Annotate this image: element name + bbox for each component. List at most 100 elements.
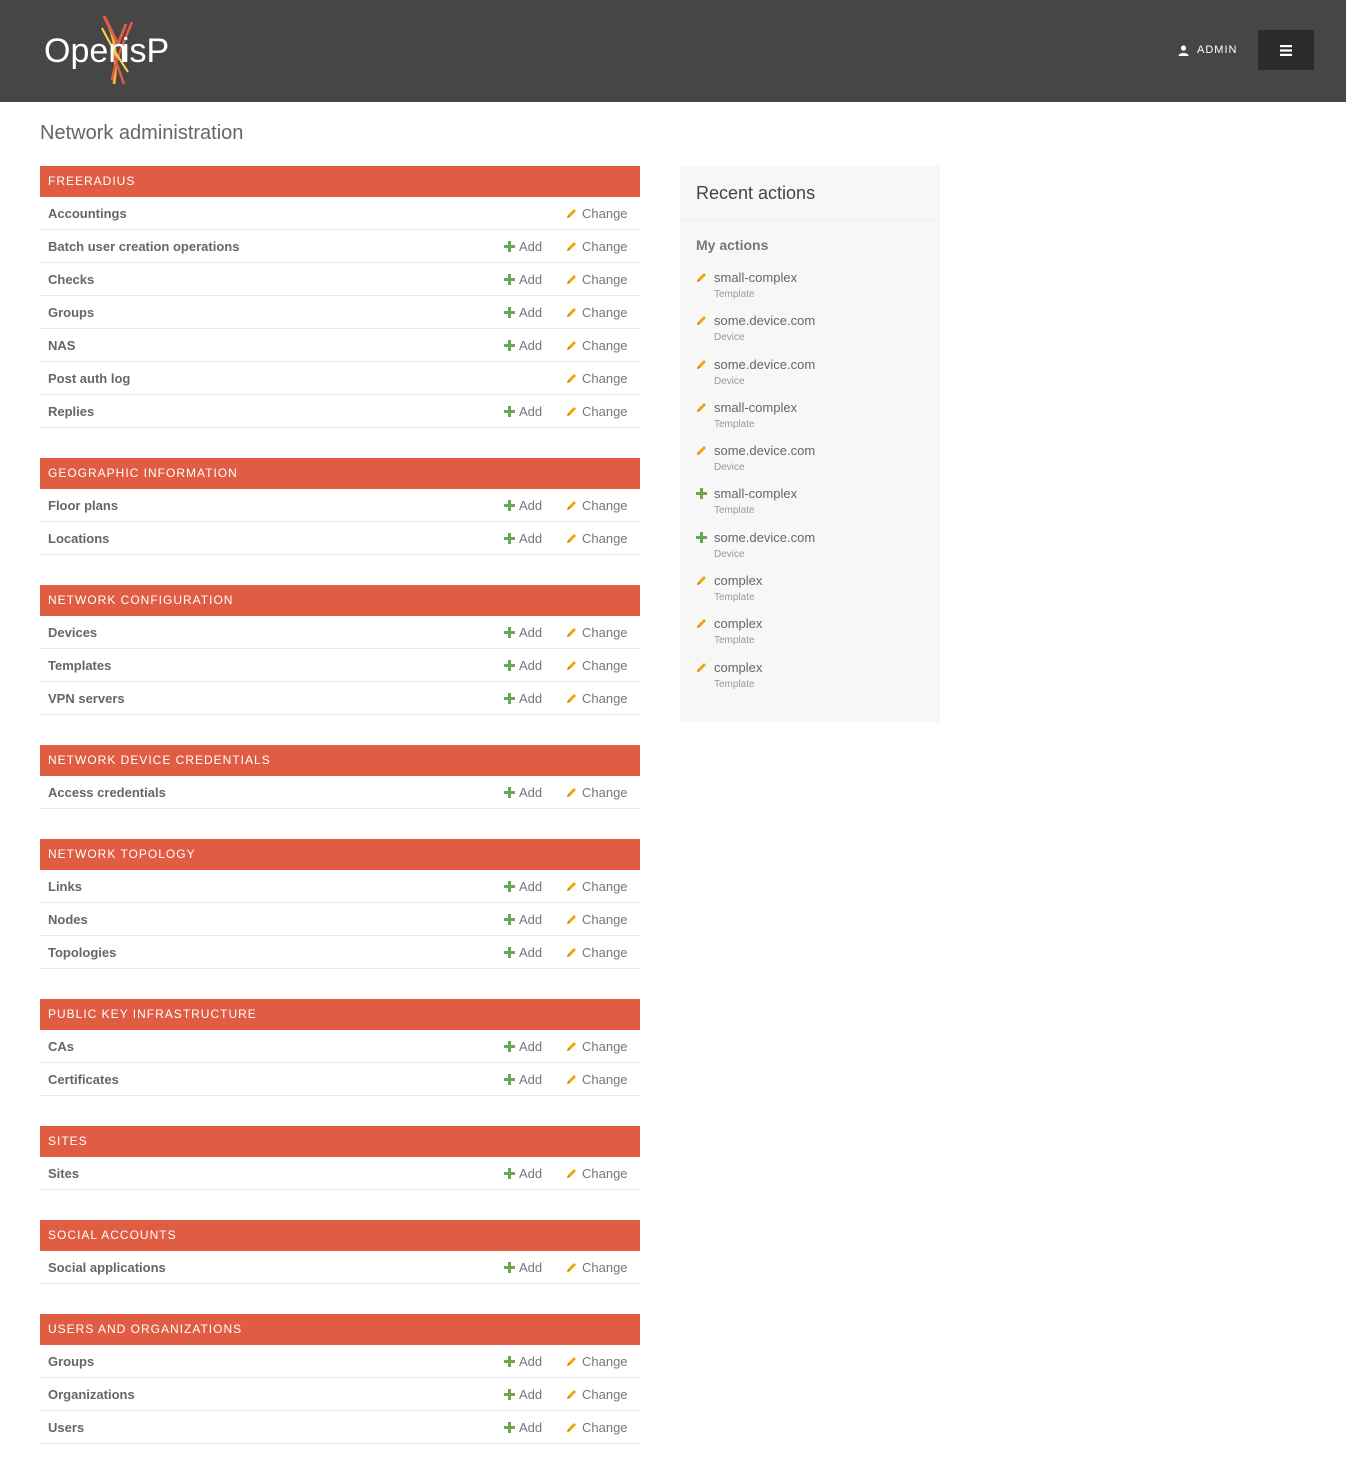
change-link[interactable]: Change — [566, 531, 628, 546]
add-link[interactable]: Add — [504, 305, 542, 320]
model-link[interactable]: VPN servers — [48, 691, 125, 706]
model-link[interactable]: Links — [48, 879, 82, 894]
module: USERS AND ORGANIZATIONS Groups Add Change Or… — [40, 1314, 640, 1444]
recent-action-link[interactable]: small-complex — [714, 486, 797, 501]
add-link[interactable]: Add — [504, 625, 542, 640]
model-link[interactable]: Access credentials — [48, 785, 166, 800]
recent-action-link[interactable]: some.device.com — [714, 357, 815, 372]
model-link[interactable]: Locations — [48, 531, 109, 546]
add-link[interactable]: Add — [504, 1039, 542, 1054]
model-link[interactable]: Templates — [48, 658, 111, 673]
module-header[interactable]: FREERADIUS — [40, 166, 640, 197]
recent-action-link[interactable]: some.device.com — [714, 313, 815, 328]
model-link[interactable]: Topologies — [48, 945, 116, 960]
model-link[interactable]: Replies — [48, 404, 94, 419]
change-label: Change — [582, 1071, 628, 1087]
module-header[interactable]: GEOGRAPHIC INFORMATION — [40, 458, 640, 489]
change-link[interactable]: Change — [566, 338, 628, 353]
change-link[interactable]: Change — [566, 912, 628, 927]
pencil-icon — [567, 914, 576, 924]
model-link[interactable]: Nodes — [48, 912, 88, 927]
menu-toggle-button[interactable] — [1258, 30, 1314, 70]
change-label: Change — [582, 1386, 628, 1402]
model-link[interactable]: Batch user creation operations — [48, 239, 239, 254]
change-link[interactable]: Change — [566, 1072, 628, 1087]
model-link[interactable]: Devices — [48, 625, 97, 640]
change-label: Change — [582, 304, 628, 320]
change-link[interactable]: Change — [566, 272, 628, 287]
model-link[interactable]: NAS — [48, 338, 75, 353]
recent-action-link[interactable]: small-complex — [714, 270, 797, 285]
module-header[interactable]: PUBLIC KEY INFRASTRUCTURE — [40, 999, 640, 1030]
change-label: Change — [582, 911, 628, 927]
change-link[interactable]: Change — [566, 239, 628, 254]
add-link[interactable]: Add — [504, 1354, 542, 1369]
module-header[interactable]: NETWORK DEVICE CREDENTIALS — [40, 745, 640, 776]
change-link[interactable]: Change — [566, 785, 628, 800]
change-link[interactable]: Change — [566, 1166, 628, 1181]
change-link[interactable]: Change — [566, 371, 628, 386]
module-header[interactable]: USERS AND ORGANIZATIONS — [40, 1314, 640, 1345]
change-link[interactable]: Change — [566, 691, 628, 706]
recent-action-link[interactable]: some.device.com — [714, 443, 815, 458]
change-link[interactable]: Change — [566, 206, 628, 221]
change-link[interactable]: Change — [566, 879, 628, 894]
model-link[interactable]: Floor plans — [48, 498, 118, 513]
openwisp-logo[interactable]: Open isP — [44, 14, 186, 86]
add-link[interactable]: Add — [504, 658, 542, 673]
model-link[interactable]: Checks — [48, 272, 94, 287]
change-link[interactable]: Change — [566, 1387, 628, 1402]
module-header[interactable]: SOCIAL ACCOUNTS — [40, 1220, 640, 1251]
pencil-icon — [567, 1074, 576, 1084]
module-header[interactable]: SITES — [40, 1126, 640, 1157]
change-link[interactable]: Change — [566, 658, 628, 673]
add-link[interactable]: Add — [504, 945, 542, 960]
change-link[interactable]: Change — [566, 945, 628, 960]
model-link[interactable]: Accountings — [48, 206, 127, 221]
add-link[interactable]: Add — [504, 1387, 542, 1402]
change-link[interactable]: Change — [566, 1039, 628, 1054]
model-link[interactable]: Post auth log — [48, 371, 130, 386]
change-link[interactable]: Change — [566, 404, 628, 419]
add-link[interactable]: Add — [504, 404, 542, 419]
add-link[interactable]: Add — [504, 1260, 542, 1275]
add-link[interactable]: Add — [504, 498, 542, 513]
change-label: Change — [582, 370, 628, 386]
add-link[interactable]: Add — [504, 1420, 542, 1435]
change-link[interactable]: Change — [566, 625, 628, 640]
recent-action-link[interactable]: small-complex — [714, 400, 797, 415]
recent-action-link[interactable]: complex — [714, 616, 762, 631]
add-link[interactable]: Add — [504, 338, 542, 353]
model-link[interactable]: Social applications — [48, 1260, 166, 1275]
add-link[interactable]: Add — [504, 912, 542, 927]
module: NETWORK DEVICE CREDENTIALS Access credent… — [40, 745, 640, 809]
add-link[interactable]: Add — [504, 1166, 542, 1181]
model-link[interactable]: Groups — [48, 1354, 94, 1369]
recent-action-link[interactable]: complex — [714, 660, 762, 675]
add-link[interactable]: Add — [504, 272, 542, 287]
add-link[interactable]: Add — [504, 531, 542, 546]
admin-user-link[interactable]: ADMIN — [1178, 43, 1237, 57]
pencil-icon — [697, 402, 706, 412]
model-link[interactable]: CAs — [48, 1039, 74, 1054]
change-link[interactable]: Change — [566, 1354, 628, 1369]
change-link[interactable]: Change — [566, 1260, 628, 1275]
add-link[interactable]: Add — [504, 1072, 542, 1087]
recent-action-link[interactable]: some.device.com — [714, 530, 815, 545]
model-link[interactable]: Organizations — [48, 1387, 135, 1402]
add-link[interactable]: Add — [504, 691, 542, 706]
module-header[interactable]: NETWORK CONFIGURATION — [40, 585, 640, 616]
add-label: Add — [519, 1419, 543, 1435]
change-link[interactable]: Change — [566, 1420, 628, 1435]
model-link[interactable]: Sites — [48, 1166, 79, 1181]
add-link[interactable]: Add — [504, 785, 542, 800]
module-header[interactable]: NETWORK TOPOLOGY — [40, 839, 640, 870]
model-link[interactable]: Groups — [48, 305, 94, 320]
change-link[interactable]: Change — [566, 305, 628, 320]
model-link[interactable]: Users — [48, 1420, 84, 1435]
model-link[interactable]: Certificates — [48, 1072, 119, 1087]
add-link[interactable]: Add — [504, 879, 542, 894]
recent-action-link[interactable]: complex — [714, 573, 762, 588]
add-link[interactable]: Add — [504, 239, 542, 254]
change-link[interactable]: Change — [566, 498, 628, 513]
